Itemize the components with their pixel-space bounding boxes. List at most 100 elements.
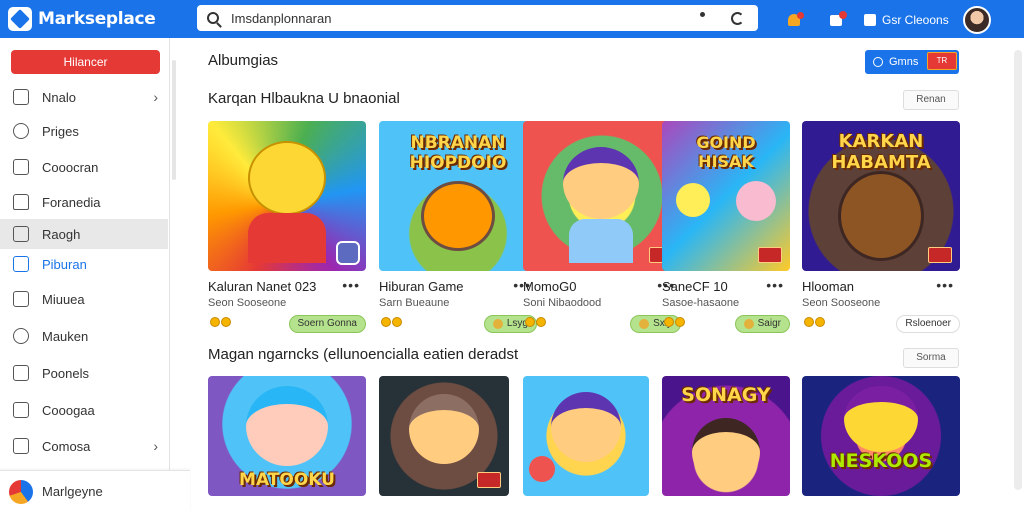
rating-coins (210, 317, 232, 327)
thumbnail-title: MATOOKU (239, 470, 335, 490)
sidebar-item-cooocran[interactable]: Cooocran (0, 152, 168, 182)
tag-icon (743, 319, 754, 329)
pen-icon (13, 291, 29, 307)
app-logo[interactable]: Markseplace (8, 7, 188, 31)
game-thumbnail[interactable]: SONAGY (662, 376, 790, 496)
doc-icon (13, 402, 29, 418)
sidebar-item-label: Priges (42, 123, 79, 139)
mic-icon[interactable] (700, 11, 705, 17)
app-name: Markseplace (38, 9, 156, 29)
sidebar: Hilancer Nnalo › Priges Cooocran Foraned… (0, 38, 190, 512)
checkbox-icon[interactable] (864, 14, 876, 26)
sidebar-item-poonels[interactable]: Poonels (0, 358, 168, 388)
section-more-button[interactable]: Renan (903, 90, 959, 110)
ball-icon (529, 456, 555, 482)
badge-icon (758, 247, 782, 263)
card-title[interactable]: SaneCF 10 (662, 279, 728, 294)
game-thumbnail[interactable] (379, 376, 509, 496)
game-thumbnail[interactable]: NBRANAN HIOPDOIO (379, 121, 537, 271)
game-card[interactable]: Kaluran Nanet 023 ••• Seon Sooseone Soer… (208, 121, 366, 333)
sidebar-item-cooogaa[interactable]: Cooogaa (0, 395, 168, 425)
sidebar-item-miuuea[interactable]: Miuuea (0, 284, 168, 314)
tag-icon (639, 319, 650, 329)
game-card[interactable] (523, 376, 649, 496)
card-tag[interactable]: Saigr (734, 315, 790, 333)
card-tag[interactable]: Soern Gonna (288, 315, 366, 333)
section-more-button[interactable]: Sorma (903, 348, 959, 368)
chat-icon (13, 159, 29, 175)
notification-icon[interactable] (786, 12, 804, 28)
top-bar: Markseplace Imsdanplonnaran Gsr Cleoons (0, 0, 1024, 38)
sidebar-item-piburan[interactable]: Piburan (0, 249, 168, 279)
refresh-icon[interactable] (731, 11, 744, 25)
sidebar-scrollbar[interactable] (172, 60, 176, 180)
sidebar-item-comosa[interactable]: Comosa › (0, 431, 168, 461)
folder-icon (13, 226, 29, 242)
game-card[interactable]: NBRANAN HIOPDOIO Hiburan Game ••• Sarn B… (379, 121, 537, 333)
sidebar-primary-button[interactable]: Hilancer (11, 50, 160, 74)
game-thumbnail[interactable]: KARKAN HABAMTA (802, 121, 960, 271)
game-thumbnail[interactable]: GOIND HISAK (662, 121, 790, 271)
card-subtitle: Seon Sooseone (208, 297, 287, 309)
sidebar-item-label: Raogh (42, 226, 81, 242)
sidebar-item-nnalo[interactable]: Nnalo › (0, 82, 168, 112)
game-thumbnail[interactable]: NESKOOS (802, 376, 960, 496)
card-tag-label: Saigr (757, 318, 781, 329)
more-options-icon[interactable]: ••• (766, 277, 784, 293)
game-card[interactable]: MATOOKU (208, 376, 366, 496)
character-icon (248, 141, 326, 215)
game-card[interactable]: GOIND HISAK SaneCF 10 ••• Sasoe-hasaone … (662, 121, 790, 333)
card-title[interactable]: Hlooman (802, 279, 854, 294)
character-icon (692, 418, 760, 486)
basket-icon (421, 181, 495, 251)
avatar[interactable] (962, 6, 991, 34)
header-action-button[interactable]: Gmns TR (865, 50, 959, 74)
sidebar-item-raogh[interactable]: Raogh (0, 219, 168, 249)
game-card[interactable] (379, 376, 509, 496)
game-card[interactable]: SONAGY (662, 376, 790, 496)
home-icon (13, 194, 29, 210)
more-options-icon[interactable]: ••• (342, 277, 360, 293)
card-subtitle: Seon Sooseone (802, 297, 881, 309)
game-card[interactable]: KARKAN HABAMTA Hlooman ••• Seon Sooseone… (802, 121, 960, 333)
play-badge-icon (336, 241, 360, 265)
section-title: Karqan Hlbaukna U bnaonial (208, 90, 400, 107)
coin-icon (210, 317, 220, 327)
game-thumbnail[interactable] (523, 121, 681, 271)
thumbnail-title: NESKOOS (829, 450, 933, 472)
search-bar[interactable]: Imsdanplonnaran (197, 5, 758, 31)
game-thumbnail[interactable]: MATOOKU (208, 376, 366, 496)
message-icon[interactable] (828, 11, 847, 28)
card-title[interactable]: Kaluran Nanet 023 (208, 279, 316, 294)
page-title: Albumgias (208, 52, 279, 69)
card-title[interactable]: Hiburan Game (379, 279, 464, 294)
card-subtitle: Sarn Bueaune (379, 297, 450, 309)
character-icon (246, 386, 328, 466)
search-input[interactable]: Imsdanplonnaran (231, 11, 700, 26)
card-tag-label: Rsloenoer (905, 318, 951, 329)
rating-coins (381, 317, 403, 327)
sidebar-item-foranedia[interactable]: Foranedia (0, 187, 168, 217)
more-options-icon[interactable]: ••• (936, 277, 954, 293)
footer-label: Marlgeyne (42, 484, 103, 499)
page-scrollbar[interactable] (1014, 50, 1022, 490)
game-card[interactable]: MomoG0 ••• Soni Nibaodood Sxiy (523, 121, 681, 333)
sidebar-item-mauken[interactable]: Mauken (0, 321, 168, 351)
badge-icon (928, 247, 952, 263)
game-thumbnail[interactable] (523, 376, 649, 496)
thumbnail-title: KARKAN HABAMTA (831, 131, 931, 173)
coin-icon (664, 317, 674, 327)
shirt-shape (248, 213, 326, 263)
card-tag[interactable]: Rsloenoer (896, 315, 960, 333)
search-icon (207, 12, 219, 24)
header-button-label: Gmns (889, 56, 919, 68)
sidebar-item-priges[interactable]: Priges (0, 116, 168, 146)
sidebar-item-label: Cooocran (42, 159, 99, 175)
sidebar-footer[interactable]: Marlgeyne (0, 470, 190, 512)
game-thumbnail[interactable] (208, 121, 366, 271)
list-icon (13, 438, 29, 454)
card-title[interactable]: MomoG0 (523, 279, 576, 294)
game-card[interactable]: NESKOOS (802, 376, 960, 496)
brand-logo-icon (9, 479, 33, 504)
user-name[interactable]: Gsr Cleoons (882, 13, 949, 27)
